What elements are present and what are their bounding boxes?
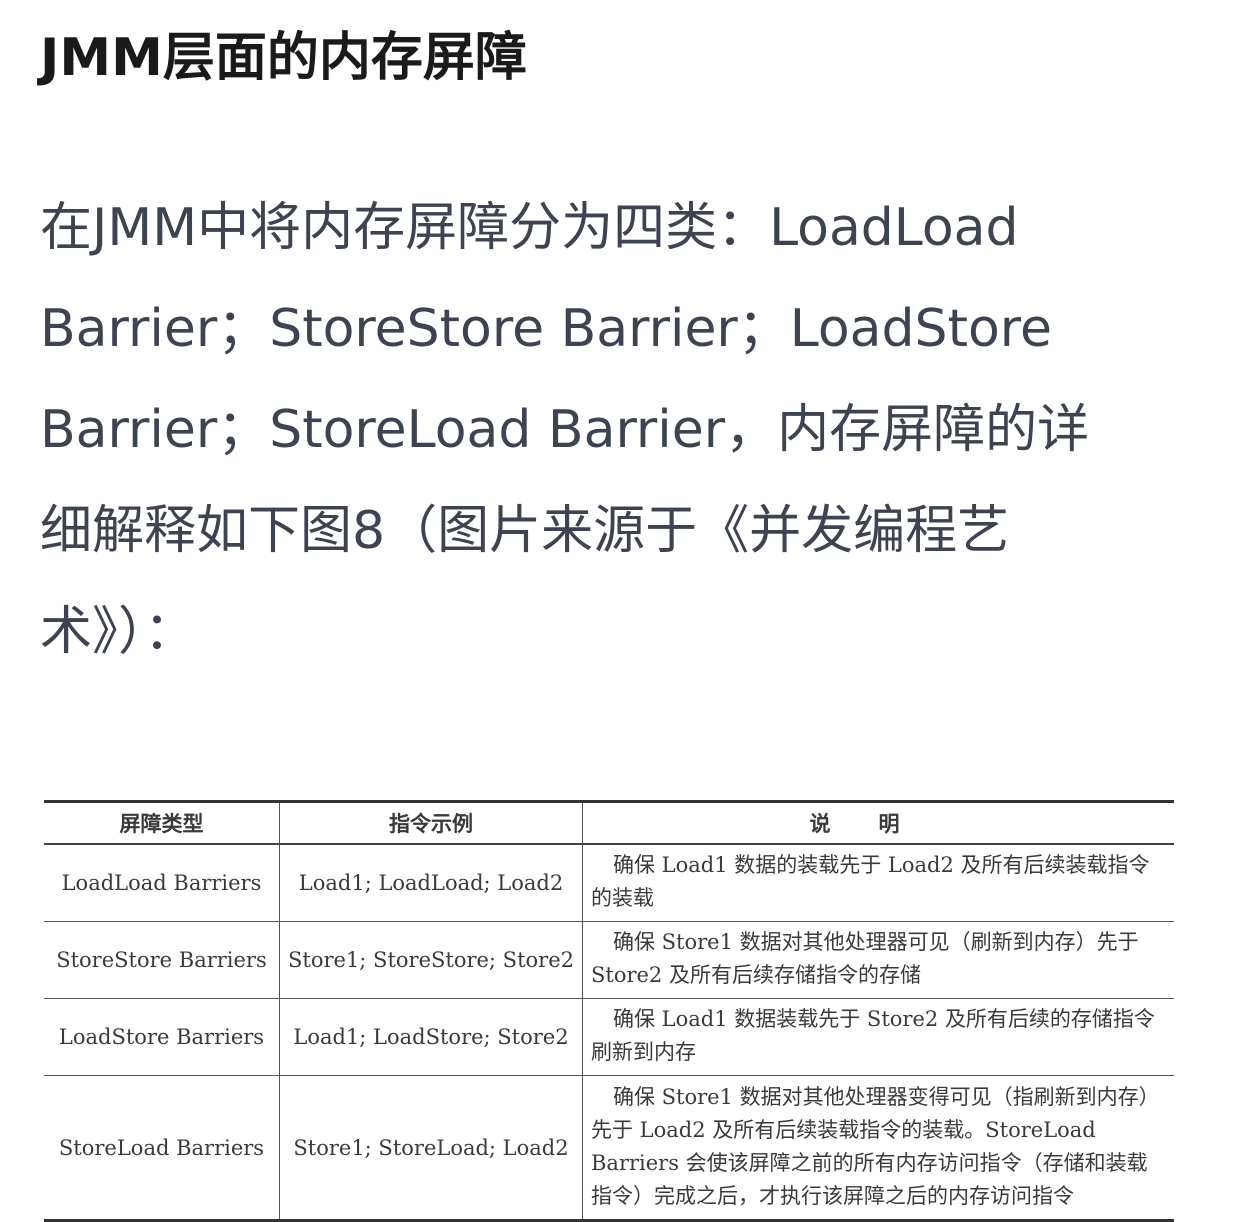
intro-paragraph: 在JMM中将内存屏障分为四类：LoadLoad Barrier；StoreSto… — [40, 178, 1190, 683]
description-cell: 确保 Load1 数据的装载先于 Load2 及所有后续装载指令的装载 — [582, 843, 1174, 922]
paragraph-line: Barrier；StoreLoad Barrier，内存屏障的详 — [40, 400, 1090, 460]
table-row: StoreStore Barriers Store1; StoreStore; … — [44, 921, 1174, 999]
instruction-cell: Store1; StoreStore; Store2 — [279, 921, 583, 999]
header-instruction-example: 指令示例 — [279, 801, 583, 845]
instruction-cell: Store1; StoreLoad; Load2 — [279, 1075, 583, 1221]
instruction-cell: Load1; LoadStore; Store2 — [279, 998, 583, 1076]
paragraph-line: 术》）： — [40, 602, 197, 662]
memory-barrier-table-figure: 屏障类型 指令示例 说明 LoadLoad Barriers Load1; Lo… — [44, 800, 1174, 1222]
description-cell: 确保 Store1 数据对其他处理器可见（刷新到内存）先于 Store2 及所有… — [582, 921, 1174, 999]
table-row: LoadStore Barriers Load1; LoadStore; Sto… — [44, 998, 1174, 1076]
memory-barrier-table: 屏障类型 指令示例 说明 LoadLoad Barriers Load1; Lo… — [44, 800, 1174, 1222]
barrier-type-cell: LoadLoad Barriers — [44, 843, 280, 922]
description-cell: 确保 Store1 数据对其他处理器变得可见（指刷新到内存）先于 Load2 及… — [582, 1075, 1174, 1221]
description-cell: 确保 Load1 数据装载先于 Store2 及所有后续的存储指令刷新到内存 — [582, 998, 1174, 1076]
article-heading: JMM层面的内存屏障 — [40, 28, 527, 88]
paragraph-line: 细解释如下图8（图片来源于《并发编程艺 — [40, 501, 1010, 561]
barrier-type-cell: StoreStore Barriers — [44, 921, 280, 999]
barrier-type-cell: LoadStore Barriers — [44, 998, 280, 1076]
barrier-type-cell: StoreLoad Barriers — [44, 1075, 280, 1221]
table-row: LoadLoad Barriers Load1; LoadLoad; Load2… — [44, 843, 1174, 922]
instruction-cell: Load1; LoadLoad; Load2 — [279, 843, 583, 922]
table-header-row: 屏障类型 指令示例 说明 — [44, 801, 1174, 845]
paragraph-line: Barrier；StoreStore Barrier；LoadStore — [40, 299, 1052, 359]
table-row: StoreLoad Barriers Store1; StoreLoad; Lo… — [44, 1075, 1174, 1221]
header-barrier-type: 屏障类型 — [44, 801, 280, 845]
paragraph-line: 在JMM中将内存屏障分为四类：LoadLoad — [40, 198, 1019, 258]
header-description: 说明 — [582, 801, 1174, 845]
header-description-label: 说明 — [809, 811, 948, 836]
